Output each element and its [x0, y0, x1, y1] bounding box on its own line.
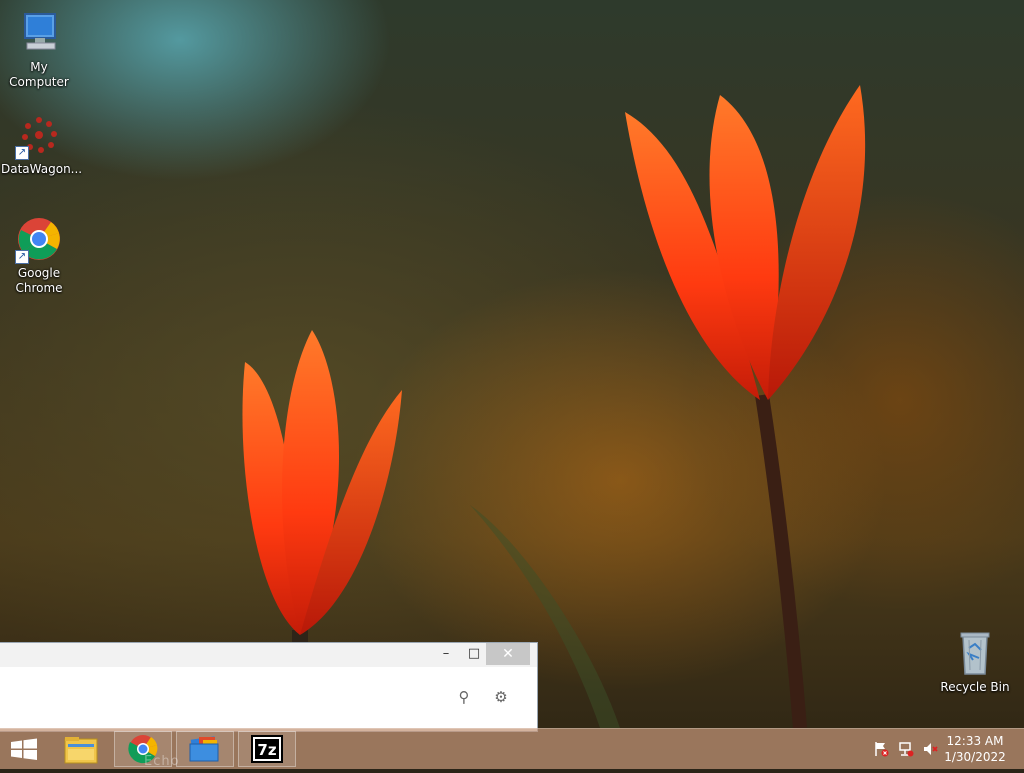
settings-gear-icon[interactable]: ⚙	[491, 687, 511, 707]
window-toolbar: ⚲ ⚙	[0, 683, 537, 713]
partial-app-window[interactable]: – □ ✕ ⚲ ⚙	[0, 642, 538, 732]
taskbar-7zip[interactable]: 7z	[238, 731, 296, 767]
desktop-icon-label: Recycle Bin	[940, 680, 1010, 694]
shortcut-arrow-icon: ↗	[15, 250, 29, 264]
desktop-icon-recycle-bin[interactable]: Recycle Bin	[937, 630, 1013, 695]
start-button[interactable]	[0, 729, 48, 769]
taskbar-folder-windows[interactable]	[176, 731, 234, 767]
clock-time: 12:33 AM	[946, 734, 1004, 748]
clock-date: 1/30/2022	[944, 750, 1006, 764]
file-explorer-icon	[64, 737, 98, 764]
desktop-icon-label: DataWagon...	[1, 162, 83, 176]
7zip-label: 7z	[257, 741, 276, 759]
desktop-icon-label: My Computer	[9, 60, 69, 89]
datawagon-icon: ↗	[15, 112, 63, 160]
window-titlebar[interactable]: – □ ✕	[0, 643, 537, 667]
desktop-icon-label-line1: Google	[17, 266, 61, 280]
computer-icon	[15, 10, 63, 58]
desktop-icon-datawagon[interactable]: ↗ DataWagon...	[1, 112, 83, 177]
shortcut-arrow-icon: ↗	[15, 146, 29, 160]
recycle-bin-icon	[951, 630, 999, 678]
taskbar-file-explorer[interactable]	[52, 731, 110, 767]
desktop-icon-my-computer[interactable]: My Computer	[1, 10, 77, 90]
taskbar-ghost-text: Echo	[144, 754, 180, 769]
action-center-flag-icon[interactable]	[873, 741, 889, 757]
windows-start-icon	[11, 738, 37, 760]
folder-windows-icon	[189, 736, 219, 762]
network-icon[interactable]	[898, 741, 914, 757]
volume-muted-icon[interactable]	[922, 741, 938, 757]
taskbar-clock[interactable]: 12:33 AM 1/30/2022	[940, 733, 1010, 765]
desktop-icon-label-line2: Chrome	[15, 281, 63, 295]
7zip-icon: 7z	[251, 735, 283, 763]
chrome-icon: ↗	[15, 216, 63, 264]
desktop-icon-google-chrome[interactable]: ↗ Google Chrome	[1, 216, 77, 296]
search-icon[interactable]: ⚲	[454, 687, 474, 707]
close-button[interactable]: ✕	[486, 643, 530, 665]
